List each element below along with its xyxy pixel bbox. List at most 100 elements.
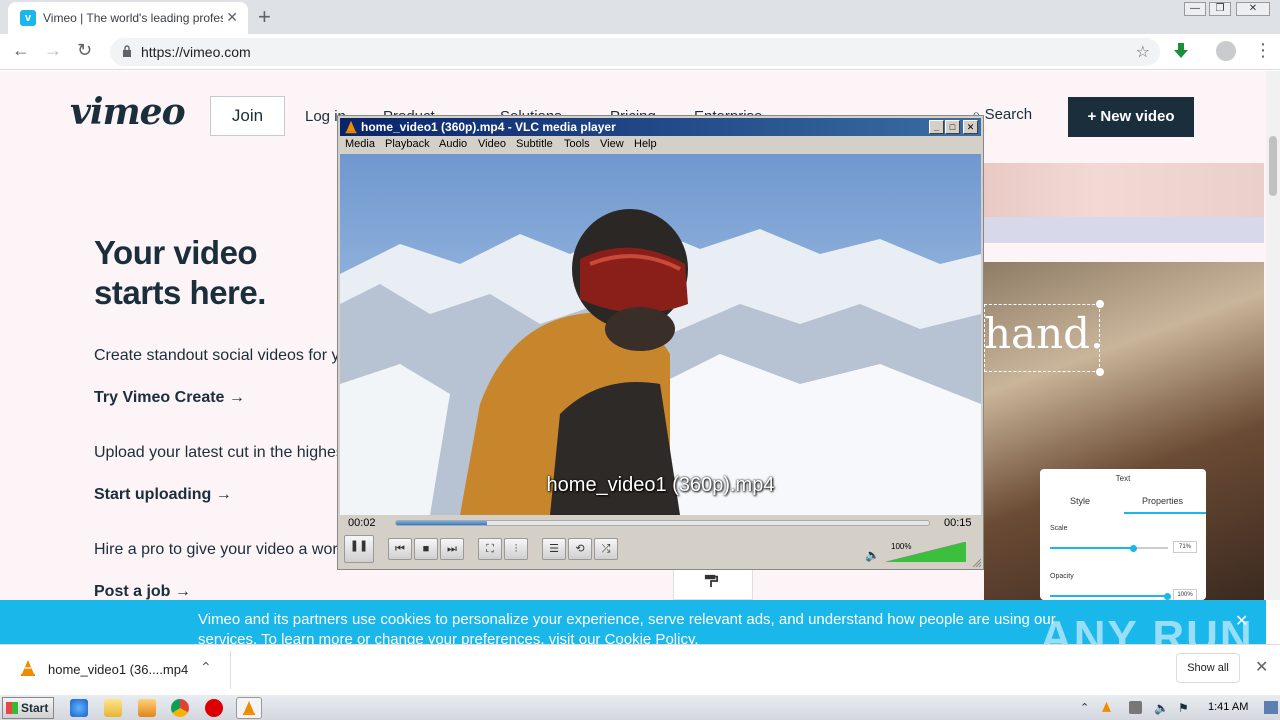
download-bar: home_video1 (36....mp4 ⌃ Show all ✕ [0, 644, 1280, 694]
minimize-icon[interactable]: — [1184, 2, 1206, 16]
start-button[interactable]: Start [2, 697, 54, 719]
browser-menu-icon[interactable]: ⋮ [1254, 40, 1272, 61]
vlc-minimize-icon[interactable]: _ [929, 120, 944, 134]
profile-avatar[interactable] [1216, 41, 1236, 61]
internet-explorer-icon[interactable] [70, 699, 88, 717]
volume-icon[interactable]: 🔈 [1154, 701, 1169, 715]
opacity-value: 100% [1173, 589, 1197, 600]
chevron-up-icon[interactable]: ⌃ [200, 659, 212, 676]
vlc-title-text: home_video1 (360p).mp4 - VLC media playe… [361, 120, 616, 134]
restore-icon[interactable]: ❐ [1209, 2, 1231, 16]
elapsed-time: 00:02 [348, 517, 376, 529]
tab-properties: Properties [1142, 496, 1184, 506]
stop-icon[interactable]: ■ [414, 538, 438, 560]
action-center-flag-icon[interactable]: ⚑ [1178, 701, 1191, 715]
create-description: Create standout social videos for yo [94, 347, 349, 364]
vlc-maximize-icon[interactable]: □ [945, 120, 960, 134]
clock[interactable]: 1:41 AM [1208, 701, 1248, 713]
panel-title: Text [1115, 474, 1131, 483]
vlc-close-icon[interactable]: ✕ [963, 120, 978, 134]
close-window-icon[interactable]: ✕ [1236, 2, 1270, 16]
opacity-slider-knob [1164, 593, 1171, 600]
scale-slider-fill [1050, 547, 1134, 549]
vlc-menu-help[interactable]: Help [634, 138, 657, 150]
active-tab-indicator [1124, 512, 1206, 514]
vlc-window: home_video1 (360p).mp4 - VLC media playe… [337, 115, 984, 570]
vlc-menu-media[interactable]: Media [345, 138, 375, 150]
vlc-menu-audio[interactable]: Audio [439, 138, 467, 150]
try-vimeo-create-link[interactable]: Try Vimeo Create → [94, 389, 245, 407]
tab-close-icon[interactable]: ✕ [226, 9, 238, 26]
vlc-cone-icon [345, 120, 357, 134]
arrow-right-icon: → [215, 486, 232, 503]
opera-icon[interactable] [205, 699, 223, 717]
previous-icon[interactable]: ⏮ [388, 538, 412, 560]
windows-logo-icon [6, 702, 18, 714]
vlc-menu-playback[interactable]: Playback [385, 138, 430, 150]
bookmark-star-icon[interactable]: ☆ [1136, 42, 1150, 62]
browser-tab[interactable]: v Vimeo | The world's leading professio … [8, 2, 248, 34]
paint-roller-card [673, 567, 753, 600]
media-player-icon[interactable] [138, 699, 156, 717]
text-properties-panel: Text Style Properties Scale 71% Opacity … [1040, 469, 1206, 600]
forward-icon[interactable]: → [44, 40, 62, 61]
new-tab-icon[interactable]: + [258, 4, 271, 30]
network-icon[interactable] [1129, 701, 1142, 714]
seek-bar[interactable] [395, 520, 930, 526]
vlc-titlebar[interactable]: home_video1 (360p).mp4 - VLC media playe… [340, 118, 981, 136]
join-button[interactable]: Join [210, 96, 285, 136]
pause-icon[interactable]: ❚❚ [344, 535, 374, 563]
shuffle-icon[interactable]: ⤮ [594, 538, 618, 560]
vlc-menu-view[interactable]: View [600, 138, 624, 150]
paint-roller-icon [704, 574, 718, 588]
total-time: 00:15 [944, 517, 972, 529]
vlc-menubar: Media Playback Audio Video Subtitle Tool… [340, 137, 981, 153]
vlc-menu-subtitle[interactable]: Subtitle [516, 138, 553, 150]
post-a-job-link[interactable]: Post a job → [94, 583, 191, 600]
playlist-icon[interactable]: ☰ [542, 538, 566, 560]
start-label: Start [21, 701, 49, 715]
chrome-icon[interactable] [171, 699, 189, 717]
speaker-icon[interactable]: 🔈 [865, 548, 880, 562]
extended-settings-icon[interactable]: ⫶ [504, 538, 528, 560]
file-explorer-icon[interactable] [104, 699, 122, 717]
vlc-menu-tools[interactable]: Tools [564, 138, 590, 150]
fullscreen-icon[interactable]: ⛶ [478, 538, 502, 560]
flower-image [984, 163, 1264, 217]
download-bar-close-icon[interactable]: ✕ [1255, 657, 1268, 677]
video-display[interactable]: home_video1 (360p).mp4 [340, 154, 981, 515]
show-all-button[interactable]: Show all [1176, 653, 1240, 683]
arrow-right-icon: → [228, 389, 245, 406]
page-scrollbar[interactable] [1266, 71, 1280, 600]
vlc-taskbar-button[interactable] [236, 697, 262, 719]
vimeo-favicon-icon: v [20, 10, 36, 26]
search-label: Search [984, 106, 1033, 123]
vlc-tray-icon[interactable] [1100, 701, 1113, 714]
loop-icon[interactable]: ⟲ [568, 538, 592, 560]
lock-icon [123, 45, 131, 57]
arrow-right-icon: → [174, 583, 191, 600]
start-uploading-link[interactable]: Start uploading → [94, 486, 232, 504]
hero-line-1: Your video [94, 234, 258, 271]
back-icon[interactable]: ← [12, 40, 30, 61]
video-frame [340, 154, 981, 515]
url-text: https://vimeo.com [141, 44, 251, 60]
scale-value: 71% [1173, 541, 1197, 553]
address-bar[interactable]: https://vimeo.com ☆ [110, 38, 1160, 66]
next-icon[interactable]: ⏭ [440, 538, 464, 560]
cookie-text: Vimeo and its partners use cookies to pe… [198, 611, 1056, 644]
scale-slider-knob [1129, 545, 1137, 552]
show-desktop-icon[interactable] [1264, 701, 1278, 714]
new-video-button[interactable]: + New video [1068, 97, 1194, 137]
hero-line-2: starts here. [94, 274, 266, 311]
vlc-menu-video[interactable]: Video [478, 138, 506, 150]
selection-handle [1096, 368, 1104, 376]
download-extension-icon[interactable] [1172, 42, 1190, 60]
reload-icon[interactable]: ↻ [77, 40, 92, 61]
cta-upload-label: Start uploading [94, 486, 212, 503]
resize-grip-icon[interactable] [971, 557, 981, 567]
vimeo-logo[interactable]: vimeo [70, 91, 186, 133]
show-hidden-icons-icon[interactable]: ⌃ [1080, 701, 1093, 714]
download-filename[interactable]: home_video1 (36....mp4 [48, 662, 188, 677]
plus-icon: + [1087, 108, 1097, 125]
